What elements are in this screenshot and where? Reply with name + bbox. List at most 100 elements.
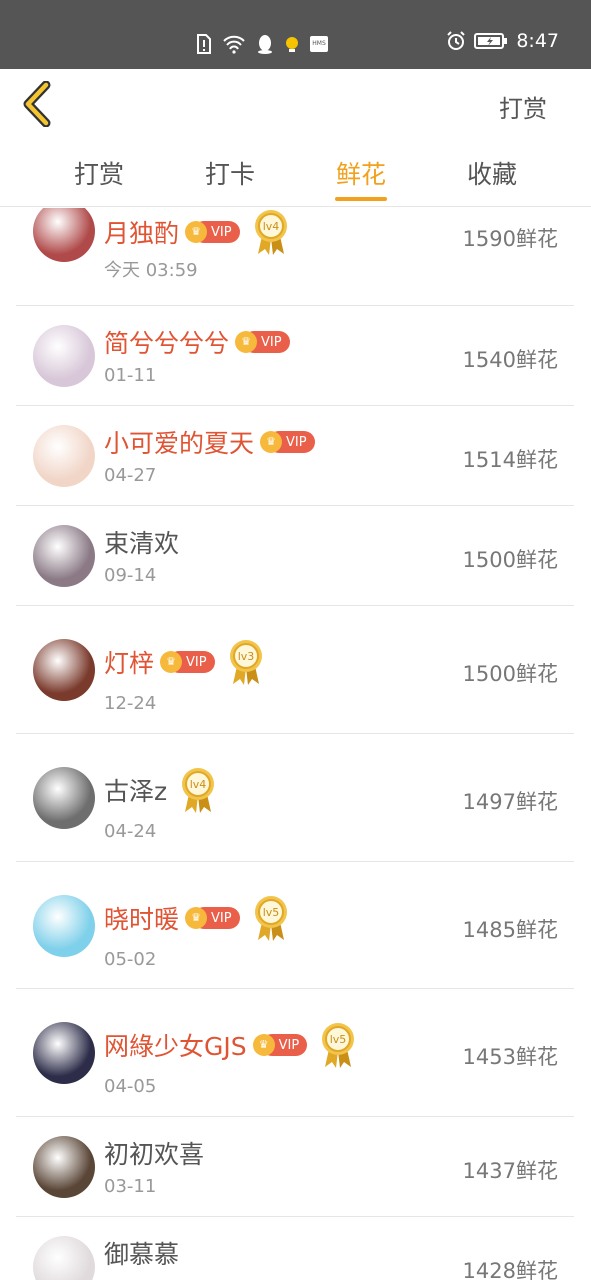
user-name[interactable]: 晓时暖 — [104, 900, 179, 936]
avatar[interactable] — [33, 1022, 95, 1084]
avatar[interactable] — [33, 325, 95, 387]
qq-icon — [258, 35, 272, 54]
avatar[interactable] — [33, 425, 95, 487]
list-item[interactable]: 束清欢 09-14 1500鲜花 — [16, 506, 574, 606]
list-item[interactable]: 初初欢喜 03-11 1437鲜花 — [16, 1117, 574, 1217]
status-right: 8:47 — [446, 30, 559, 52]
vip-badge: ♛ VIP — [185, 221, 240, 243]
flower-amount: 1428鲜花 — [462, 1259, 558, 1280]
vip-label: VIP — [261, 334, 282, 350]
vip-label: VIP — [211, 910, 232, 926]
level-label: lv3 — [237, 650, 254, 663]
level-label: lv4 — [190, 778, 207, 791]
active-tab-indicator — [335, 197, 387, 201]
level-medal-icon: lv4 — [254, 210, 287, 255]
flower-amount: 1590鲜花 — [462, 227, 558, 251]
list-item[interactable]: 小可爱的夏天 ♛ VIP 04-27 1514鲜花 — [16, 406, 574, 506]
reward-date: 03-11 — [104, 1176, 157, 1197]
reward-button[interactable]: 打赏 — [499, 89, 547, 124]
level-label: lv4 — [262, 220, 279, 233]
top-bar: 打赏 — [0, 69, 591, 141]
status-icons: HMS — [196, 33, 328, 55]
list-item[interactable]: 月独酌 ♛ VIP lv4 今天 03:59 1590鲜花 — [16, 208, 574, 306]
crown-icon: ♛ — [160, 651, 183, 673]
user-name[interactable]: 灯梓 — [104, 644, 154, 680]
list-item[interactable]: 灯梓 ♛ VIP lv3 12-24 1500鲜花 — [16, 606, 574, 734]
alarm-icon — [447, 31, 466, 50]
crown-icon: ♛ — [260, 431, 283, 453]
user-name[interactable]: 小可爱的夏天 — [104, 424, 254, 460]
vip-badge: ♛ VIP — [160, 651, 215, 673]
avatar[interactable] — [33, 1236, 95, 1280]
vip-label: VIP — [186, 654, 207, 670]
avatar[interactable] — [33, 639, 95, 701]
name-line: 小可爱的夏天 ♛ VIP — [104, 424, 315, 460]
crown-icon: ♛ — [235, 331, 258, 353]
avatar[interactable] — [33, 895, 95, 957]
battery-icon — [474, 33, 508, 49]
user-name[interactable]: 初初欢喜 — [104, 1135, 204, 1171]
status-bar: HMS 8:47 — [0, 0, 591, 69]
flower-amount: 1437鲜花 — [462, 1159, 558, 1183]
name-line: 灯梓 ♛ VIP lv3 — [104, 638, 265, 686]
notification-icon — [286, 37, 298, 52]
flower-amount: 1485鲜花 — [462, 918, 558, 942]
tab-checkin[interactable]: 打卡 — [190, 155, 270, 191]
vip-badge: ♛ VIP — [260, 431, 315, 453]
vip-label: VIP — [278, 1037, 300, 1053]
list-item[interactable]: 网綠少女GJS ♛ VIP lv5 04-05 1453鲜花 — [16, 989, 574, 1117]
vip-badge: ♛ VIP — [235, 331, 290, 353]
flower-amount: 1500鲜花 — [462, 548, 558, 572]
user-name[interactable]: 御慕慕 — [104, 1235, 179, 1271]
vip-label: VIP — [286, 434, 307, 450]
name-line: 束清欢 — [104, 524, 179, 560]
reward-date: 04-05 — [104, 1076, 157, 1097]
avatar[interactable] — [33, 208, 95, 262]
name-line: 简兮兮兮兮 ♛ VIP — [104, 324, 290, 360]
level-medal-icon: lv3 — [229, 640, 262, 685]
crown-icon: ♛ — [252, 1034, 275, 1056]
name-line: 古泽z lv4 — [104, 766, 217, 814]
name-line: 月独酌 ♛ VIP lv4 — [104, 208, 290, 256]
avatar[interactable] — [33, 767, 95, 829]
user-name[interactable]: 束清欢 — [104, 524, 179, 560]
user-name[interactable]: 古泽z — [104, 772, 167, 808]
chevron-left-icon — [23, 80, 51, 128]
vip-badge: ♛ VIP — [185, 907, 240, 929]
list-item[interactable]: 简兮兮兮兮 ♛ VIP 01-11 1540鲜花 — [16, 306, 574, 406]
name-line: 晓时暖 ♛ VIP lv5 — [104, 894, 290, 942]
avatar[interactable] — [33, 1136, 95, 1198]
reward-date: 09-14 — [104, 565, 157, 586]
user-name[interactable]: 简兮兮兮兮 — [104, 324, 229, 360]
flower-amount: 1497鲜花 — [462, 790, 558, 814]
name-line: 初初欢喜 — [104, 1135, 204, 1171]
user-name[interactable]: 网綠少女GJS — [104, 1027, 247, 1063]
hms-icon: HMS — [310, 36, 328, 52]
user-name[interactable]: 月独酌 — [104, 214, 179, 250]
reward-date: 05-02 — [104, 949, 157, 970]
flower-amount: 1514鲜花 — [462, 448, 558, 472]
reward-date: 04-24 — [104, 821, 157, 842]
flower-amount: 1540鲜花 — [462, 348, 558, 372]
list-item[interactable]: 古泽z lv4 04-24 1497鲜花 — [16, 734, 574, 862]
level-medal-icon: lv4 — [182, 768, 215, 813]
clock-time: 8:47 — [516, 30, 559, 52]
level-label: lv5 — [262, 906, 279, 919]
back-button[interactable] — [18, 80, 62, 129]
vip-badge: ♛ VIP — [252, 1034, 308, 1056]
level-medal-icon: lv5 — [322, 1023, 355, 1068]
reward-date: 12-24 — [104, 693, 157, 714]
crown-icon: ♛ — [185, 221, 208, 243]
sim-alert-icon — [197, 34, 211, 54]
name-line: 网綠少女GJS ♛ VIP lv5 — [104, 1021, 357, 1069]
level-medal-icon: lv5 — [254, 896, 287, 941]
tab-reward[interactable]: 打赏 — [59, 155, 139, 191]
vip-label: VIP — [211, 224, 232, 240]
tab-flowers[interactable]: 鲜花 — [321, 155, 401, 191]
tab-bar: 打赏 打卡 鲜花 收藏 — [0, 141, 591, 207]
list-item[interactable]: 御慕慕 1428鲜花 — [16, 1217, 574, 1280]
tab-favorites[interactable]: 收藏 — [452, 155, 532, 191]
wifi-icon — [223, 35, 245, 54]
avatar[interactable] — [33, 525, 95, 587]
list-item[interactable]: 晓时暖 ♛ VIP lv5 05-02 1485鲜花 — [16, 862, 574, 989]
